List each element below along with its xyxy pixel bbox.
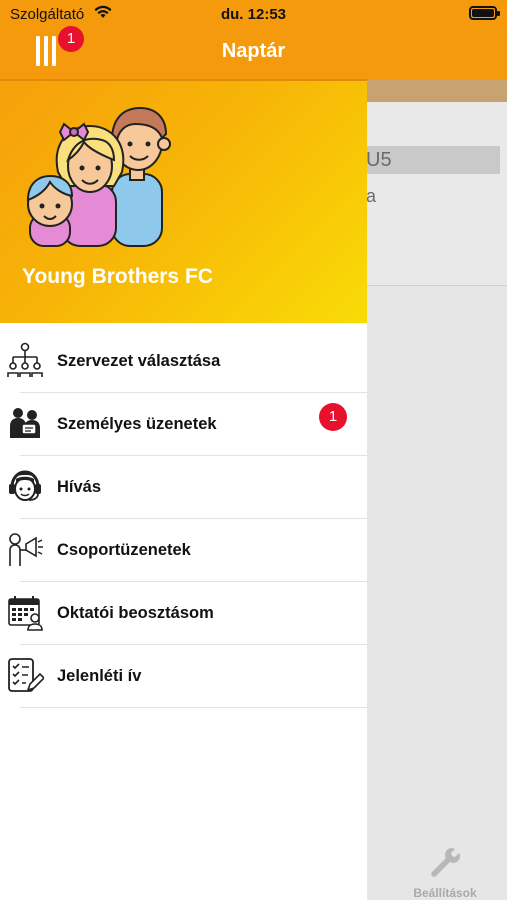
wrench-icon bbox=[431, 848, 460, 877]
drawer-menu: Szervezet választása Személyes üzenetek bbox=[0, 330, 367, 708]
calendar-person-icon bbox=[8, 596, 43, 631]
menu-item-call[interactable]: Hívás bbox=[0, 456, 367, 519]
battery-icon bbox=[469, 6, 500, 20]
menu-item-instructor-schedule[interactable]: Oktatói beosztásom bbox=[0, 582, 367, 645]
menu-item-label: Jelenléti ív bbox=[57, 667, 142, 685]
menu-item-label: Személyes üzenetek bbox=[57, 415, 217, 433]
organization-name: Young Brothers FC bbox=[22, 265, 213, 288]
org-chart-icon bbox=[7, 342, 43, 377]
menu-item-personal-messages[interactable]: Személyes üzenetek bbox=[0, 393, 367, 456]
status-bar: Szolgáltató du. 12:53 bbox=[0, 0, 507, 28]
menu-notification-badge: 1 bbox=[58, 26, 84, 52]
clock: du. 12:53 bbox=[220, 6, 287, 23]
navigation-drawer: Young Brothers FC Szervezet választása S… bbox=[0, 0, 367, 900]
tab-settings-label: Beállítások bbox=[413, 886, 477, 900]
menu-item-label: Oktatói beosztásom bbox=[57, 604, 214, 622]
menu-item-label: Szervezet választása bbox=[57, 352, 221, 370]
megaphone-person-icon bbox=[9, 533, 43, 566]
headset-operator-icon bbox=[9, 470, 41, 501]
menu-item-label: Csoportüzenetek bbox=[57, 541, 191, 559]
menu-item-group-messages[interactable]: Csoportüzenetek bbox=[0, 519, 367, 582]
checklist-pen-icon bbox=[8, 658, 44, 692]
event-subtitle: a bbox=[366, 186, 377, 206]
menu-item-label: Hívás bbox=[57, 478, 102, 496]
tab-settings[interactable]: Beállítások bbox=[405, 845, 485, 900]
people-chat-icon bbox=[10, 408, 40, 438]
menu-item-organization[interactable]: Szervezet választása bbox=[0, 330, 367, 393]
menu-item-attendance-sheet[interactable]: Jelenléti ív bbox=[0, 645, 367, 708]
family-avatar-icon bbox=[26, 106, 171, 247]
personal-messages-badge: 1 bbox=[319, 403, 347, 431]
